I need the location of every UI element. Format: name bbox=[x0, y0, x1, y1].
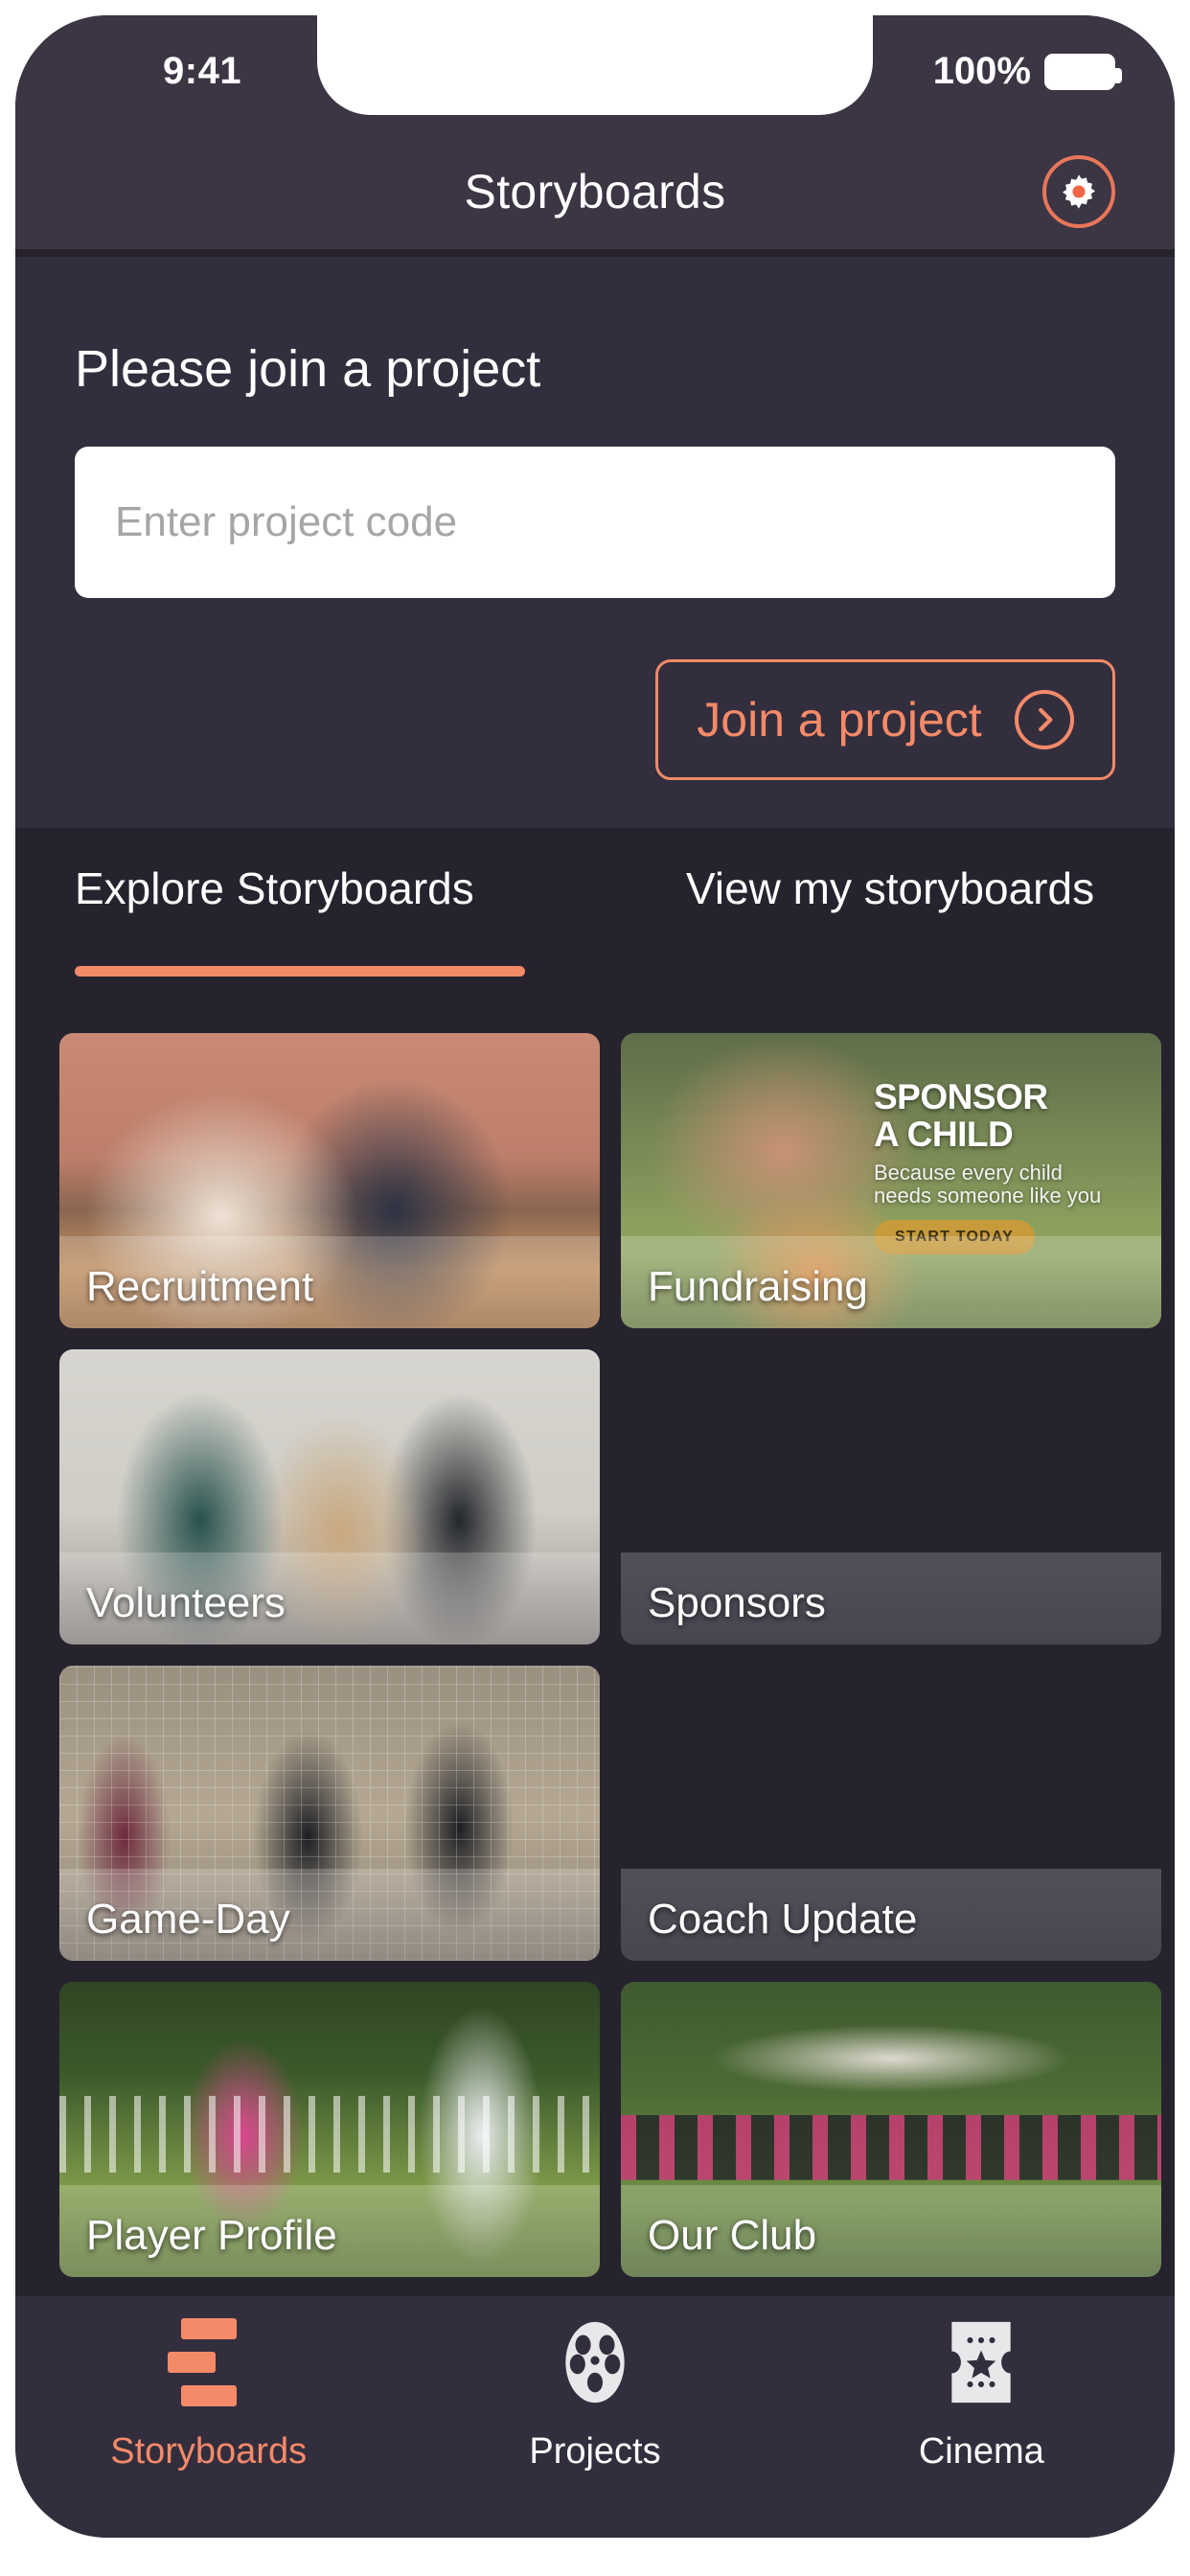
ad-subtitle-line2: needs someone like you bbox=[874, 1184, 1102, 1208]
join-project-button[interactable]: Join a project bbox=[655, 659, 1115, 780]
chevron-right-circle-icon bbox=[1014, 690, 1074, 749]
sponsor-a-child-ad: SPONSOR A CHILD Because every child need… bbox=[874, 1077, 1148, 1254]
project-code-input[interactable] bbox=[75, 447, 1115, 598]
storyboard-card-game-day[interactable]: Game-Day bbox=[59, 1666, 600, 1961]
gear-icon bbox=[1057, 170, 1101, 214]
nav-label-storyboards: Storyboards bbox=[110, 2430, 308, 2472]
storyboard-card-player-profile[interactable]: Player Profile bbox=[59, 1982, 600, 2277]
battery-full-icon bbox=[1044, 53, 1122, 90]
nav-item-projects[interactable]: Projects bbox=[401, 2296, 788, 2538]
page-title: Storyboards bbox=[464, 165, 726, 218]
phone-frame: 9:41 100% Storyboards Please join a proj… bbox=[0, 0, 1190, 2576]
card-label: Player Profile bbox=[86, 2212, 337, 2259]
storyboard-tabs: Explore Storyboards View my storyboards bbox=[15, 828, 1175, 1010]
ad-title-line1: SPONSOR bbox=[874, 1077, 1048, 1116]
card-label: Game-Day bbox=[86, 1896, 290, 1943]
storyboards-bars-icon bbox=[167, 2317, 250, 2406]
nav-item-storyboards[interactable]: Storyboards bbox=[15, 2296, 401, 2538]
active-tab-indicator bbox=[75, 966, 525, 977]
storyboard-card-recruitment[interactable]: Recruitment bbox=[59, 1033, 600, 1328]
nav-label-projects: Projects bbox=[529, 2430, 661, 2472]
battery-percent-label: 100% bbox=[932, 50, 1031, 92]
display-notch bbox=[317, 15, 873, 115]
settings-button[interactable] bbox=[1042, 155, 1115, 228]
storyboard-card-sponsors[interactable]: Sponsors bbox=[621, 1349, 1161, 1644]
storyboard-card-coach-update[interactable]: Coach Update bbox=[621, 1666, 1161, 1961]
join-panel-title: Please join a project bbox=[75, 340, 541, 398]
phone-screen: 9:41 100% Storyboards Please join a proj… bbox=[15, 15, 1175, 2538]
storyboard-card-grid: Recruitment SPONSOR A CHILD Because ever… bbox=[59, 1033, 1161, 2277]
card-label: Volunteers bbox=[86, 1579, 286, 1626]
card-label: Fundraising bbox=[648, 1263, 868, 1310]
status-bar: 9:41 100% bbox=[15, 15, 1175, 134]
bottom-navigation: Storyboards Projects Cinema bbox=[15, 2296, 1175, 2538]
app-header: Storyboards bbox=[15, 134, 1175, 249]
card-label: Recruitment bbox=[86, 1263, 314, 1310]
ad-title-line2: A CHILD bbox=[874, 1114, 1014, 1154]
film-reel-icon bbox=[554, 2318, 636, 2406]
nav-label-cinema: Cinema bbox=[918, 2430, 1044, 2472]
status-right-cluster: 100% bbox=[932, 50, 1122, 93]
card-label: Coach Update bbox=[648, 1896, 918, 1943]
tab-view-my-storyboards[interactable]: View my storyboards bbox=[686, 862, 1094, 914]
storyboard-card-our-club[interactable]: Our Club bbox=[621, 1982, 1161, 2277]
movie-ticket-icon bbox=[943, 2318, 1019, 2406]
card-label: Our Club bbox=[648, 2212, 817, 2259]
nav-item-cinema[interactable]: Cinema bbox=[789, 2296, 1175, 2538]
storyboard-card-volunteers[interactable]: Volunteers bbox=[59, 1349, 600, 1644]
tab-explore-storyboards[interactable]: Explore Storyboards bbox=[75, 862, 474, 914]
ad-subtitle-line1: Because every child bbox=[874, 1160, 1063, 1184]
home-indicator bbox=[394, 2515, 796, 2524]
status-time: 9:41 bbox=[163, 50, 242, 92]
join-project-button-label: Join a project bbox=[697, 693, 982, 747]
storyboard-card-fundraising[interactable]: SPONSOR A CHILD Because every child need… bbox=[621, 1033, 1161, 1328]
card-label: Sponsors bbox=[648, 1579, 826, 1626]
join-project-panel: Please join a project Join a project bbox=[15, 257, 1175, 828]
